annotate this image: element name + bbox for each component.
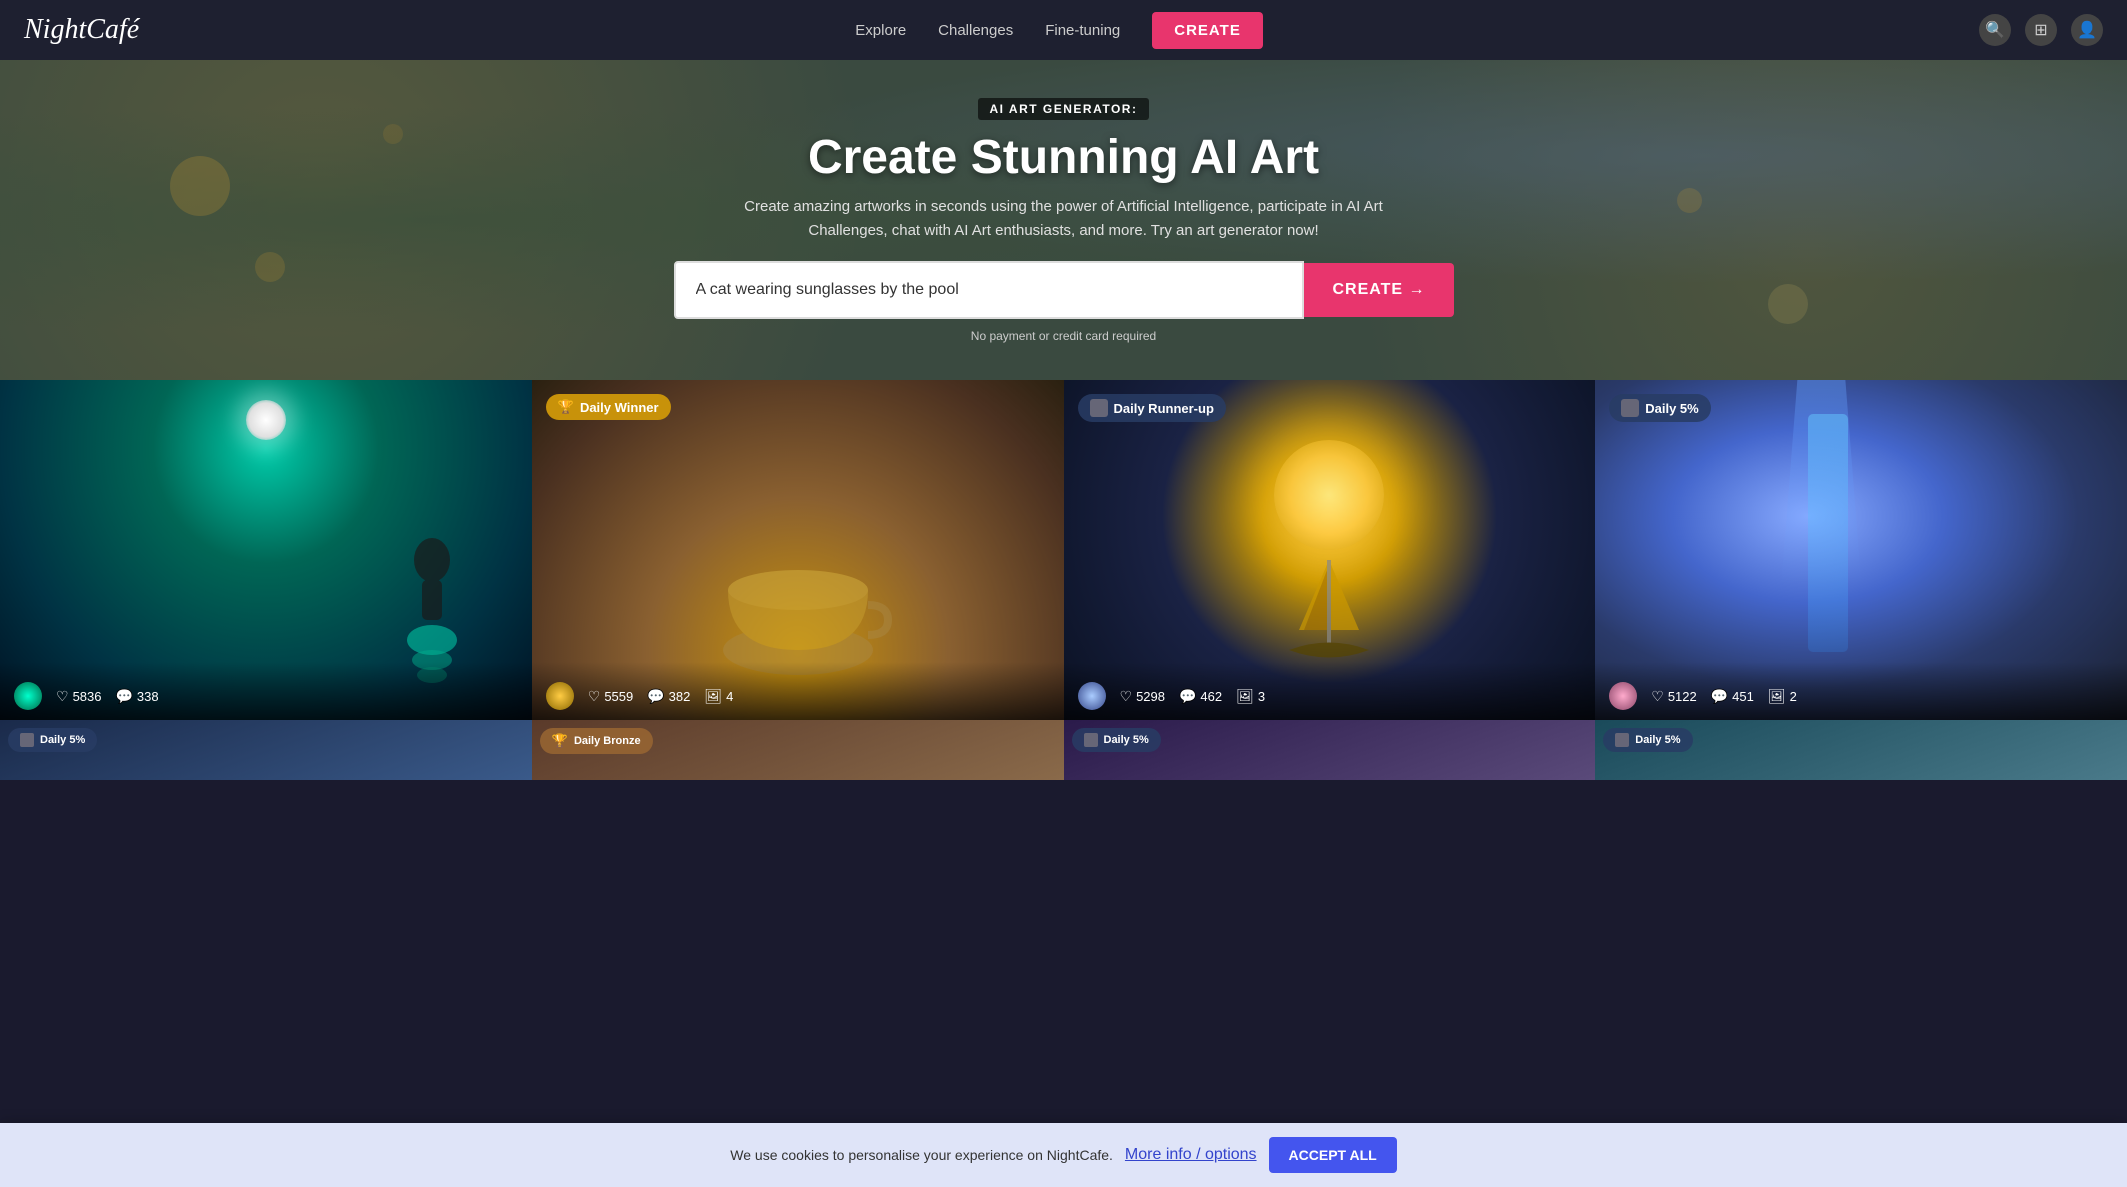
hero-badge: AI ART GENERATOR:	[978, 98, 1150, 120]
stats-bar-1: ♡ 5836 💬 338	[0, 662, 532, 720]
gallery-row-1: ♡ 5836 💬 338 🏆 Daily Winner	[0, 380, 2127, 720]
hero-subtitle: Create amazing artworks in seconds using…	[714, 195, 1414, 243]
images-3: 🖼 3	[1236, 688, 1265, 705]
robot-icon-8	[1615, 733, 1629, 747]
hero-content: AI ART GENERATOR: Create Stunning AI Art…	[654, 98, 1474, 343]
badge-runner-up: Daily Runner-up	[1078, 394, 1226, 422]
cookie-more-info-link[interactable]: More info / options	[1125, 1146, 1257, 1164]
likes-4: ♡ 5122	[1651, 688, 1696, 705]
comments-1: 💬 338	[115, 688, 158, 705]
main-nav: Explore Challenges Fine-tuning CREATE	[855, 12, 1263, 49]
images-4: 🖼 2	[1768, 688, 1797, 705]
prompt-input[interactable]	[674, 261, 1305, 319]
header-create-button[interactable]: CREATE	[1152, 12, 1263, 49]
nav-explore[interactable]: Explore	[855, 22, 906, 39]
comments-3: 💬 462	[1179, 688, 1222, 705]
gallery-item-4[interactable]: Daily 5% ♡ 5122 💬 451 🖼 2	[1595, 380, 2127, 720]
hero-form: CREATE →	[674, 261, 1454, 319]
trophy-icon-winner: 🏆	[558, 399, 574, 415]
robot-icon-7	[1084, 733, 1098, 747]
trophy-icon-bronze: 🏆	[552, 733, 568, 749]
image-icon-4: 🖼	[1768, 688, 1786, 705]
likes-3: ♡ 5298	[1120, 688, 1165, 705]
heart-icon-2: ♡	[588, 688, 601, 705]
gallery-item-6[interactable]: 🏆 Daily Bronze	[532, 720, 1064, 780]
comments-4: 💬 451	[1711, 688, 1754, 705]
stats-bar-3: ♡ 5298 💬 462 🖼 3	[1064, 662, 1596, 720]
heart-icon-4: ♡	[1651, 688, 1664, 705]
logo[interactable]: NightCafé	[24, 14, 139, 46]
gallery-item-7[interactable]: Daily 5%	[1064, 720, 1596, 780]
gallery-item-1[interactable]: ♡ 5836 💬 338	[0, 380, 532, 720]
avatar-3	[1078, 682, 1106, 710]
badge-daily-4: Daily 5%	[1609, 394, 1710, 422]
badge-bronze-6: 🏆 Daily Bronze	[540, 728, 653, 754]
main-header: NightCafé Explore Challenges Fine-tuning…	[0, 0, 2127, 60]
hero-section: AI ART GENERATOR: Create Stunning AI Art…	[0, 60, 2127, 380]
gallery-item-8[interactable]: Daily 5%	[1595, 720, 2127, 780]
badge-daily-5: Daily 5%	[8, 728, 97, 752]
robot-icon-5	[20, 733, 34, 747]
stats-bar-4: ♡ 5122 💬 451 🖼 2	[1595, 662, 2127, 720]
comment-icon-4: 💬	[1711, 688, 1728, 705]
robot-icon-4	[1621, 399, 1639, 417]
gallery-item-3[interactable]: Daily Runner-up ♡ 5298 💬 462 🖼 3	[1064, 380, 1596, 720]
images-2: 🖼 4	[704, 688, 733, 705]
nav-challenges[interactable]: Challenges	[938, 22, 1013, 39]
likes-2: ♡ 5559	[588, 688, 633, 705]
image-icon-3: 🖼	[1236, 688, 1254, 705]
gallery-item-2[interactable]: 🏆 Daily Winner ♡ 5559 💬 382 🖼 4	[532, 380, 1064, 720]
user-avatar-icon[interactable]: 👤	[2071, 14, 2103, 46]
hero-note: No payment or credit card required	[971, 329, 1156, 343]
heart-icon-1: ♡	[56, 688, 69, 705]
comments-2: 💬 382	[647, 688, 690, 705]
heart-icon-3: ♡	[1120, 688, 1133, 705]
cookie-text: We use cookies to personalise your exper…	[730, 1147, 1113, 1163]
app-grid-icon[interactable]: ⊞	[2025, 14, 2057, 46]
comment-icon-3: 💬	[1179, 688, 1196, 705]
hero-create-button[interactable]: CREATE →	[1304, 263, 1453, 317]
avatar-2	[546, 682, 574, 710]
hero-title: Create Stunning AI Art	[808, 130, 1319, 185]
badge-winner: 🏆 Daily Winner	[546, 394, 671, 420]
nav-fine-tuning[interactable]: Fine-tuning	[1045, 22, 1120, 39]
image-icon-2: 🖼	[704, 688, 722, 705]
likes-1: ♡ 5836	[56, 688, 101, 705]
cookie-banner: We use cookies to personalise your exper…	[0, 1123, 2127, 1187]
badge-daily-7: Daily 5%	[1072, 728, 1161, 752]
comment-icon-2: 💬	[647, 688, 664, 705]
stats-bar-2: ♡ 5559 💬 382 🖼 4	[532, 662, 1064, 720]
avatar-1	[14, 682, 42, 710]
avatar-4	[1609, 682, 1637, 710]
gallery-item-5[interactable]: Daily 5%	[0, 720, 532, 780]
gallery-row-2: Daily 5% 🏆 Daily Bronze Daily 5% Daily 5…	[0, 720, 2127, 780]
badge-daily-8: Daily 5%	[1603, 728, 1692, 752]
search-icon[interactable]: 🔍	[1979, 14, 2011, 46]
header-icons: 🔍 ⊞ 👤	[1979, 14, 2103, 46]
comment-icon-1: 💬	[115, 688, 132, 705]
robot-icon-runner	[1090, 399, 1108, 417]
cookie-accept-button[interactable]: ACCEPT ALL	[1269, 1137, 1397, 1173]
